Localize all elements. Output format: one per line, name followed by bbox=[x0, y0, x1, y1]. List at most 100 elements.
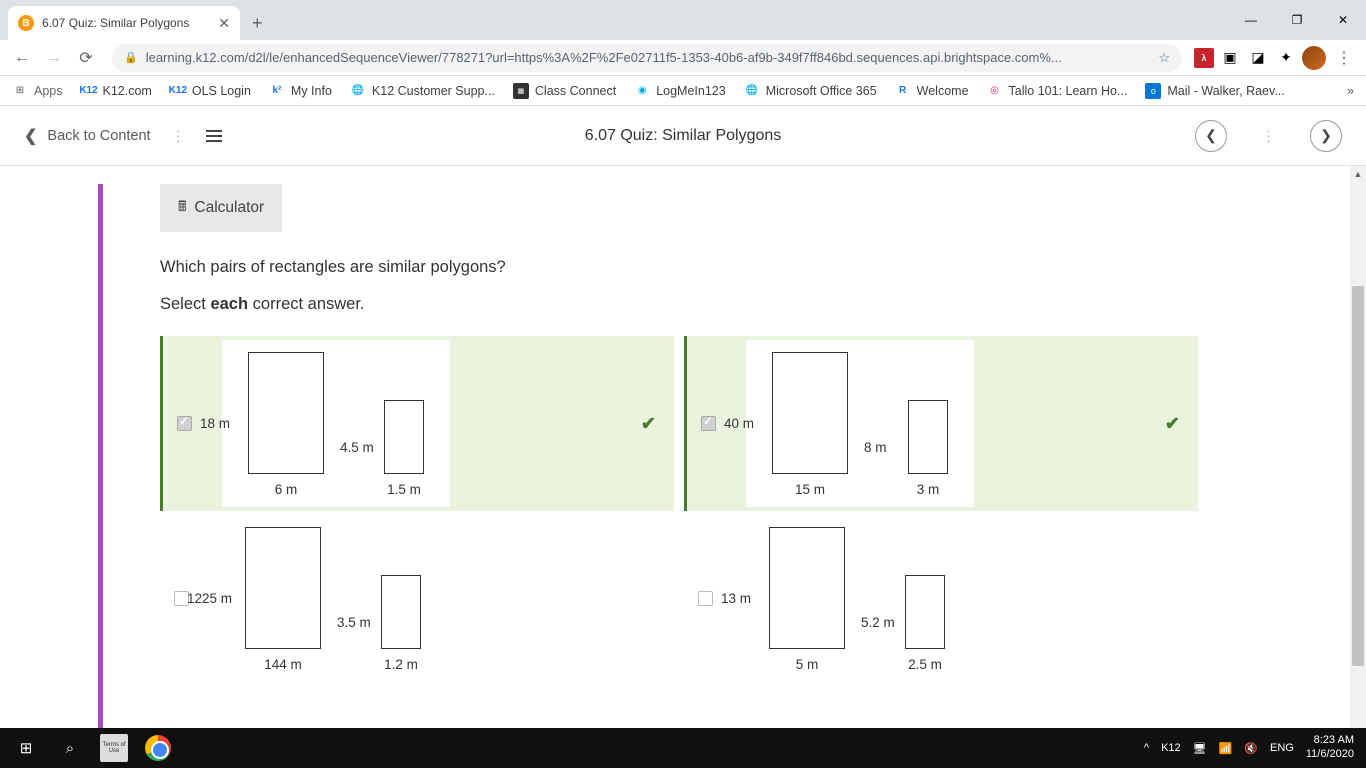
answer-option-c[interactable]: 1225 m 144 m 3.5 m 1.2 m bbox=[160, 511, 674, 686]
bookmark-k12-support[interactable]: 🌐K12 Customer Supp... bbox=[350, 83, 495, 99]
logmein-icon: ◉ bbox=[634, 83, 650, 99]
bookmarks-bar: ⊞ Apps K12K12.com K12OLS Login k²My Info… bbox=[0, 76, 1366, 106]
checkbox[interactable] bbox=[698, 591, 713, 606]
checkbox[interactable] bbox=[701, 416, 716, 431]
answer-grid: 18 m 6 m 4.5 m 1.5 m ✔ bbox=[160, 336, 1198, 686]
correct-check-icon: ✔ bbox=[1165, 413, 1180, 434]
small-rect-height: 4.5 m bbox=[340, 440, 374, 455]
reload-button[interactable]: ⟳ bbox=[72, 44, 100, 72]
save-extension-icon[interactable]: ◪ bbox=[1246, 46, 1270, 70]
calculator-label: Calculator bbox=[194, 199, 264, 217]
answer-option-d[interactable]: 13 m 5 m 5.2 m 2.5 m bbox=[684, 511, 1198, 686]
small-rectangle bbox=[381, 575, 421, 649]
address-bar[interactable]: 🔒 learning.k12.com/d2l/le/enhancedSequen… bbox=[112, 44, 1182, 72]
url-text: learning.k12.com/d2l/le/enhancedSequence… bbox=[146, 50, 1151, 65]
small-rect-width: 3 m bbox=[917, 482, 940, 497]
close-window-button[interactable]: ✕ bbox=[1320, 0, 1366, 40]
chrome-icon bbox=[145, 735, 171, 761]
maximize-button[interactable]: ❐ bbox=[1274, 0, 1320, 40]
big-rectangle bbox=[772, 352, 848, 474]
calculator-button[interactable]: 🖩 Calculator bbox=[160, 184, 282, 232]
rectangle-pair: 13 m 5 m 5.2 m 2.5 m bbox=[743, 515, 971, 682]
big-rect-width: 144 m bbox=[264, 657, 302, 672]
back-button[interactable]: ← bbox=[8, 44, 36, 72]
profile-avatar[interactable] bbox=[1302, 46, 1326, 70]
answer-option-a[interactable]: 18 m 6 m 4.5 m 1.5 m ✔ bbox=[160, 336, 674, 511]
bookmark-welcome[interactable]: RWelcome bbox=[895, 83, 969, 99]
welcome-icon: R bbox=[895, 83, 911, 99]
back-to-content-link[interactable]: ❮ Back to Content bbox=[24, 126, 151, 146]
menu-button[interactable] bbox=[206, 130, 222, 142]
tray-chevron-icon[interactable]: ^ bbox=[1144, 742, 1149, 754]
class-connect-icon: ▦ bbox=[513, 83, 529, 99]
bookmark-my-info[interactable]: k²My Info bbox=[269, 83, 332, 99]
correct-check-icon: ✔ bbox=[641, 413, 656, 434]
big-rectangle bbox=[769, 527, 845, 649]
small-rect-width: 1.5 m bbox=[387, 482, 421, 497]
tray-language[interactable]: ENG bbox=[1270, 742, 1294, 754]
new-tab-button[interactable]: + bbox=[240, 6, 275, 40]
tray-clock[interactable]: 8:23 AM 11/6/2020 bbox=[1306, 734, 1354, 762]
apps-shortcut[interactable]: ⊞ Apps bbox=[12, 83, 63, 99]
extensions-icon[interactable]: ✦ bbox=[1274, 46, 1298, 70]
back-to-content-label: Back to Content bbox=[47, 128, 150, 144]
reader-extension-icon[interactable]: ▣ bbox=[1218, 46, 1242, 70]
browser-tab[interactable]: B 6.07 Quiz: Similar Polygons ✕ bbox=[8, 6, 240, 40]
chevron-left-icon: ❮ bbox=[24, 126, 37, 146]
answer-option-b[interactable]: 40 m 15 m 8 m 3 m ✔ bbox=[684, 336, 1198, 511]
bookmark-class-connect[interactable]: ▦Class Connect bbox=[513, 83, 616, 99]
bookmark-logmein[interactable]: ◉LogMeIn123 bbox=[634, 83, 726, 99]
content-area: 🖩 Calculator Which pairs of rectangles a… bbox=[0, 166, 1366, 766]
windows-icon: ⊞ bbox=[20, 739, 33, 757]
tray-wifi-icon[interactable]: 📶 bbox=[1219, 742, 1233, 755]
question-accent-bar bbox=[98, 184, 103, 729]
apps-label: Apps bbox=[34, 84, 63, 98]
search-button[interactable]: ⌕ bbox=[48, 728, 92, 768]
small-rectangle bbox=[908, 400, 948, 474]
globe-icon: 🌐 bbox=[350, 83, 366, 99]
tab-close-icon[interactable]: ✕ bbox=[218, 15, 230, 32]
small-rect-width: 2.5 m bbox=[908, 657, 942, 672]
tallo-icon: ◎ bbox=[987, 83, 1003, 99]
my-info-icon: k² bbox=[269, 83, 285, 99]
k12-icon: K12 bbox=[81, 83, 97, 99]
big-rect-height: 18 m bbox=[200, 416, 230, 431]
big-rect-height: 40 m bbox=[724, 416, 754, 431]
chrome-app[interactable] bbox=[136, 728, 180, 768]
big-rectangle bbox=[245, 527, 321, 649]
search-icon: ⌕ bbox=[66, 740, 74, 757]
tray-display-icon[interactable]: 🖥 bbox=[1193, 742, 1207, 755]
next-question-button[interactable]: ❯ bbox=[1310, 120, 1342, 152]
bookmark-office365[interactable]: 🌐Microsoft Office 365 bbox=[744, 83, 877, 99]
small-rect-width: 1.2 m bbox=[384, 657, 418, 672]
vertical-scrollbar[interactable]: ▲ ▼ bbox=[1350, 166, 1366, 766]
scroll-thumb[interactable] bbox=[1352, 286, 1364, 666]
scroll-up-icon[interactable]: ▲ bbox=[1350, 166, 1366, 182]
bookmark-ols-login[interactable]: K12OLS Login bbox=[170, 83, 251, 99]
tray-k12-label[interactable]: K12 bbox=[1161, 742, 1181, 754]
forward-button[interactable]: → bbox=[40, 44, 68, 72]
bookmark-tallo[interactable]: ◎Tallo 101: Learn Ho... bbox=[987, 83, 1128, 99]
windows-taskbar: ⊞ ⌕ Terms of Use ^ K12 🖥 📶 🔇 ENG 8:23 AM… bbox=[0, 728, 1366, 768]
small-rectangle bbox=[905, 575, 945, 649]
prev-question-button[interactable]: ❮ bbox=[1195, 120, 1227, 152]
small-rect-height: 8 m bbox=[864, 440, 887, 455]
chrome-menu-button[interactable]: ⋮ bbox=[1330, 44, 1358, 72]
pdf-extension-icon[interactable]: λ bbox=[1194, 48, 1214, 68]
small-rect-height: 3.5 m bbox=[337, 615, 371, 630]
apps-icon: ⊞ bbox=[12, 83, 28, 99]
terms-app[interactable]: Terms of Use bbox=[92, 728, 136, 768]
lock-icon: 🔒 bbox=[124, 51, 138, 64]
checkbox[interactable] bbox=[177, 416, 192, 431]
more-bookmarks-button[interactable]: » bbox=[1347, 84, 1354, 98]
divider-dots-icon: ⋮ bbox=[171, 127, 186, 145]
bookmark-mail[interactable]: oMail - Walker, Raev... bbox=[1145, 83, 1284, 99]
minimize-button[interactable]: — bbox=[1228, 0, 1274, 40]
tray-volume-icon[interactable]: 🔇 bbox=[1244, 742, 1258, 755]
rectangle-pair: 40 m 15 m 8 m 3 m bbox=[746, 340, 974, 507]
bookmark-k12com[interactable]: K12K12.com bbox=[81, 83, 152, 99]
bookmark-star-icon[interactable]: ☆ bbox=[1158, 50, 1170, 66]
tab-title: 6.07 Quiz: Similar Polygons bbox=[42, 16, 210, 30]
start-button[interactable]: ⊞ bbox=[4, 728, 48, 768]
page-header: ❮ Back to Content ⋮ 6.07 Quiz: Similar P… bbox=[0, 106, 1366, 166]
